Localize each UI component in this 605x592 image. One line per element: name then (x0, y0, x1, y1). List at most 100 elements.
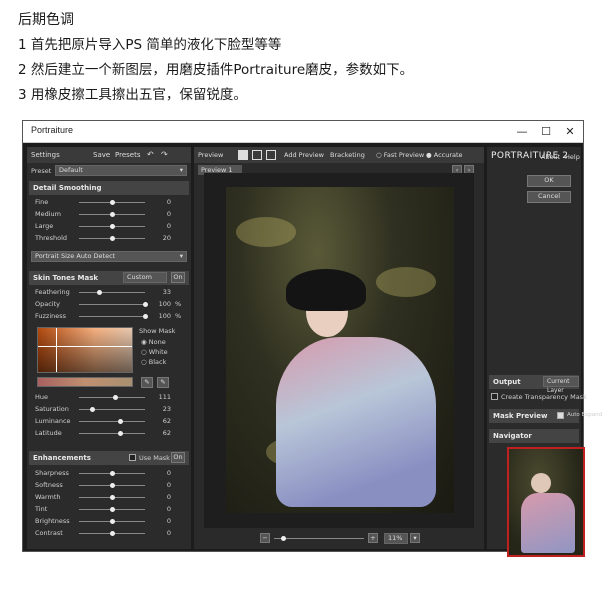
settings-panel: Settings Save Presets ↶ ↷ Preset Default… (27, 147, 191, 549)
undo-icon[interactable]: ↶ (147, 147, 154, 163)
chevron-down-icon[interactable]: ▾ (410, 533, 420, 543)
hue-range-bar[interactable] (37, 377, 133, 387)
window-title: Portraiture (31, 125, 74, 135)
slider-label: Threshold (35, 234, 68, 242)
fast-preview-radio[interactable]: ○ Fast Preview (376, 147, 424, 163)
slider-knob[interactable] (117, 419, 123, 424)
maximize-icon[interactable]: ☐ (535, 123, 557, 141)
eyedropper-add-icon[interactable]: ✎ (157, 377, 169, 388)
transparency-mask-checkbox[interactable] (491, 393, 498, 400)
slider-value: 62 (162, 417, 171, 425)
slider-value: 0 (166, 222, 171, 230)
slider-value: 111 (158, 393, 171, 401)
zoom-value[interactable]: 11% (384, 533, 408, 544)
mask-mode-value: Custom (127, 273, 152, 281)
navigator-thumbnail[interactable] (507, 447, 585, 557)
auto-expand-checkbox[interactable] (557, 412, 564, 419)
preset-select[interactable]: Default ▾ (55, 165, 187, 176)
bracketing-button[interactable]: Bracketing (330, 147, 365, 163)
slider-knob[interactable] (110, 471, 115, 476)
intro-step-3: 3 用橡皮擦工具擦出五官，保留锐度。 (18, 87, 247, 103)
portrait-size-value: Portrait Size Auto Detect (35, 252, 116, 260)
slider-knob[interactable] (110, 483, 115, 488)
mask-preview-label: Mask Preview (493, 412, 548, 420)
slider-knob[interactable] (117, 431, 123, 436)
show-mask-white[interactable]: ○ White (141, 348, 168, 356)
intro-text: 后期色调 1 首先把原片导入PS 简单的液化下脸型等等 2 然后建立一个新图层，… (18, 8, 588, 108)
color-picker-shade (38, 328, 132, 372)
use-mask-label: Use Mask (139, 454, 170, 462)
slider-knob[interactable] (110, 236, 115, 241)
thumbnail-face (531, 473, 551, 493)
slider-knob[interactable] (110, 495, 115, 500)
slider-track[interactable] (79, 421, 145, 422)
show-mask-none[interactable]: ◉ None (141, 338, 166, 346)
right-panel: PORTRAITURE 2 Help About OK Cancel Outpu… (487, 147, 602, 557)
use-mask-checkbox[interactable] (129, 454, 136, 461)
preview-canvas[interactable] (204, 173, 474, 528)
portrait-photo (226, 187, 454, 513)
eyedropper-icon[interactable]: ✎ (141, 377, 153, 388)
slider-knob[interactable] (143, 314, 148, 319)
show-mask-black[interactable]: ○ Black (141, 358, 166, 366)
split-vertical-icon[interactable] (266, 150, 276, 160)
slider-value: 0 (166, 505, 171, 513)
add-preview-button[interactable]: Add Preview (284, 147, 324, 163)
slider-value: 20 (162, 234, 171, 242)
slider-label: Tint (35, 505, 48, 513)
slider-knob[interactable] (110, 531, 115, 536)
cancel-button[interactable]: Cancel (527, 191, 571, 203)
color-picker-crosshair-h (38, 346, 132, 347)
thumbnail-dress (521, 493, 575, 553)
detail-smoothing-header[interactable]: Detail Smoothing (29, 181, 189, 195)
slider-track[interactable] (79, 304, 145, 305)
slider-knob[interactable] (113, 395, 119, 400)
chevron-down-icon: ▾ (179, 252, 183, 260)
slider-knob[interactable] (110, 519, 115, 524)
output-select[interactable]: Current Layer (543, 376, 579, 394)
slider-knob[interactable] (110, 200, 115, 205)
slider-knob[interactable] (110, 212, 115, 217)
minimize-icon[interactable]: — (511, 123, 533, 141)
color-picker[interactable] (37, 327, 133, 373)
slider-track[interactable] (79, 433, 145, 434)
slider-knob[interactable] (143, 302, 148, 307)
skin-tones-mask-title: Skin Tones Mask (33, 274, 99, 282)
slider-value: 33 (162, 288, 171, 296)
slider-label: Feathering (35, 288, 70, 296)
zoom-in-icon[interactable]: + (368, 533, 378, 543)
mask-on-button[interactable]: On (171, 272, 185, 283)
help-button[interactable]: Help (565, 153, 580, 161)
preview-panel: Preview Add Preview Bracketing ○ Fast Pr… (194, 147, 484, 549)
about-button[interactable]: About (541, 153, 560, 161)
mask-mode-select[interactable]: Custom (123, 272, 167, 283)
slider-knob[interactable] (90, 407, 96, 412)
slider-unit: % (175, 312, 182, 320)
single-view-icon[interactable] (238, 150, 248, 160)
accurate-radio[interactable]: ● Accurate (426, 147, 463, 163)
preview-toolbar: Preview Add Preview Bracketing ○ Fast Pr… (194, 147, 484, 163)
slider-knob[interactable] (96, 290, 102, 295)
redo-icon[interactable]: ↷ (161, 147, 168, 163)
save-button[interactable]: Save (93, 147, 110, 163)
split-horizontal-icon[interactable] (252, 150, 262, 160)
slider-track[interactable] (79, 397, 145, 398)
presets-button[interactable]: Presets (115, 147, 140, 163)
preset-label: Preset (31, 167, 52, 175)
slider-track[interactable] (79, 292, 145, 293)
slider-track[interactable] (79, 409, 145, 410)
mask-preview-header[interactable]: Mask Preview (489, 409, 579, 423)
zoom-out-icon[interactable]: − (260, 533, 270, 543)
navigator-header: Navigator (489, 429, 579, 443)
color-picker-crosshair-v (56, 328, 57, 372)
ok-button[interactable]: OK (527, 175, 571, 187)
slider-knob[interactable] (110, 507, 115, 512)
portrait-size-select[interactable]: Portrait Size Auto Detect ▾ (31, 251, 187, 262)
slider-knob[interactable] (110, 224, 115, 229)
zoom-slider[interactable] (274, 538, 364, 539)
close-icon[interactable]: ✕ (559, 123, 581, 141)
zoom-slider-knob[interactable] (281, 536, 286, 541)
enhancements-on-button[interactable]: On (171, 452, 185, 463)
slider-track[interactable] (79, 316, 145, 317)
slider-label: Opacity (35, 300, 61, 308)
